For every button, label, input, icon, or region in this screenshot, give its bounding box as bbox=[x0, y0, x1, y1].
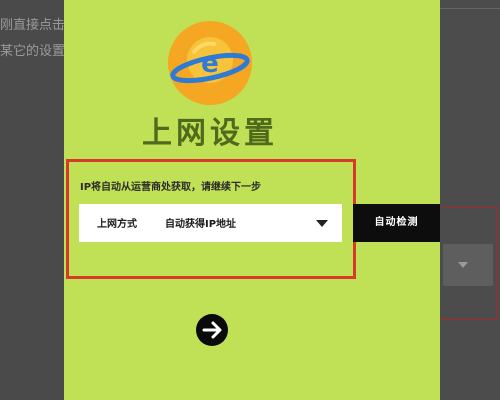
next-button[interactable] bbox=[196, 314, 228, 346]
chevron-down-icon bbox=[316, 220, 328, 227]
background-text-line2: 某它的设置 bbox=[0, 44, 66, 59]
background-chevron-down-icon bbox=[458, 262, 468, 268]
background-divider bbox=[440, 0, 500, 9]
arrow-right-icon bbox=[202, 321, 222, 339]
connection-type-select[interactable]: 上网方式 自动获得IP地址 bbox=[79, 204, 342, 242]
globe-e-icon: e bbox=[168, 21, 252, 105]
background-select bbox=[443, 244, 493, 286]
connection-type-value: 自动获得IP地址 bbox=[165, 219, 237, 230]
page-title: 上网设置 bbox=[142, 116, 278, 151]
background-text-line1: 刚直接点击 bbox=[0, 18, 66, 33]
connection-type-label: 上网方式 bbox=[97, 219, 137, 230]
svg-text:e: e bbox=[201, 49, 219, 79]
hint-text: IP将自动从运营商处获取，请继续下一步 bbox=[80, 182, 262, 193]
background-panel bbox=[440, 0, 500, 400]
auto-detect-button[interactable]: 自动检测 bbox=[353, 204, 440, 242]
